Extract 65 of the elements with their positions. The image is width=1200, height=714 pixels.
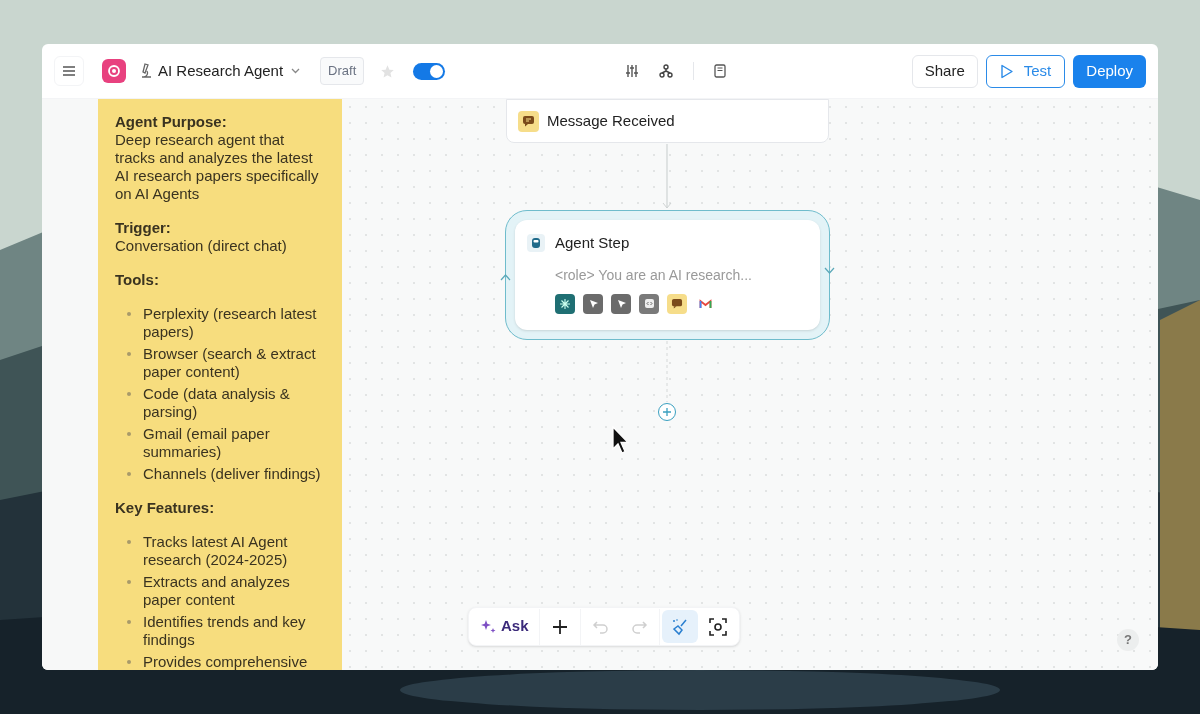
note-heading: Agent Purpose: (115, 113, 228, 131)
note-text: Deep research agent that tracks and analyzes the latest AI research papers specifically on AI Agents (115, 131, 320, 203)
deploy-button[interactable]: Deploy (1073, 54, 1146, 88)
broom-icon (670, 617, 689, 636)
menu-icon (62, 65, 76, 77)
note-heading: Trigger: (115, 219, 172, 237)
bullet-icon (127, 312, 131, 316)
node-title: Message Received (547, 110, 675, 131)
share-button[interactable]: Share (911, 54, 978, 88)
ask-button[interactable]: Ask (472, 610, 537, 643)
note-list-item: Browser (search & extract paper content) (143, 345, 317, 381)
undo-icon (591, 619, 610, 634)
plus-icon (551, 618, 568, 635)
perplexity-icon (555, 293, 575, 314)
node-prompt-preview: <role> You are an AI research... (555, 265, 753, 285)
toggle-switch[interactable] (413, 62, 446, 80)
redo-icon (629, 619, 648, 634)
cursor-icon (583, 293, 603, 314)
note-list-item: Gmail (email paper summaries) (143, 425, 271, 461)
hierarchy-icon[interactable] (659, 64, 674, 78)
note-text: Conversation (direct chat) (115, 237, 288, 255)
chat-icon (518, 110, 539, 132)
cursor-icon (611, 293, 631, 314)
agent-title-dropdown[interactable]: AI Research Agent (158, 59, 301, 83)
status-badge: Draft (320, 57, 365, 85)
play-icon (999, 63, 1014, 79)
node-title: Agent Step (555, 233, 630, 253)
menu-button[interactable] (54, 56, 84, 86)
sparkles-icon (480, 618, 497, 635)
chat-icon (667, 293, 687, 314)
connector-arrow (662, 143, 672, 209)
plus-icon (662, 407, 672, 417)
note-heading: Tools: (115, 271, 160, 289)
note-heading: Key Features: (115, 499, 216, 517)
bullet-icon (127, 432, 131, 436)
agent-node[interactable]: Agent Step <role> You are an AI research... (515, 220, 820, 330)
test-button[interactable]: Test (985, 54, 1066, 88)
caret-icon (291, 68, 301, 74)
bullet-icon (127, 660, 131, 664)
bullet-icon (127, 540, 131, 544)
bullet-icon (127, 352, 131, 356)
bullet-icon (127, 580, 131, 584)
star-icon[interactable] (380, 63, 396, 79)
bullet-icon (127, 620, 131, 624)
note-list-item: Channels (deliver findings) (143, 465, 321, 483)
robot-icon (527, 234, 545, 253)
bullet-icon (127, 392, 131, 396)
note-list-item: Extracts and analyzes paper content (143, 573, 291, 609)
code-icon (639, 293, 659, 314)
microscope-icon (140, 63, 152, 79)
bullet-icon (127, 472, 131, 476)
document-icon[interactable] (714, 64, 727, 78)
settings-sliders-icon[interactable] (625, 64, 640, 78)
sticky-note[interactable] (98, 99, 342, 670)
note-list-item: Code (data analysis & parsing) (143, 385, 291, 421)
note-list-item: Tracks latest AI Agent research (2024-2025) (143, 533, 289, 569)
logo-icon (102, 59, 126, 83)
add-step-button[interactable] (658, 403, 676, 421)
note-list-item: Provides comprehensive (143, 653, 308, 670)
pointer-cursor-icon (612, 426, 630, 454)
help-button[interactable]: ? (1117, 629, 1139, 651)
trigger-node[interactable]: Message Received (506, 99, 829, 143)
focus-icon (708, 617, 727, 636)
note-list-item: Identifies trends and key findings (143, 613, 307, 649)
note-list-item: Perplexity (research latest papers) (143, 305, 318, 341)
